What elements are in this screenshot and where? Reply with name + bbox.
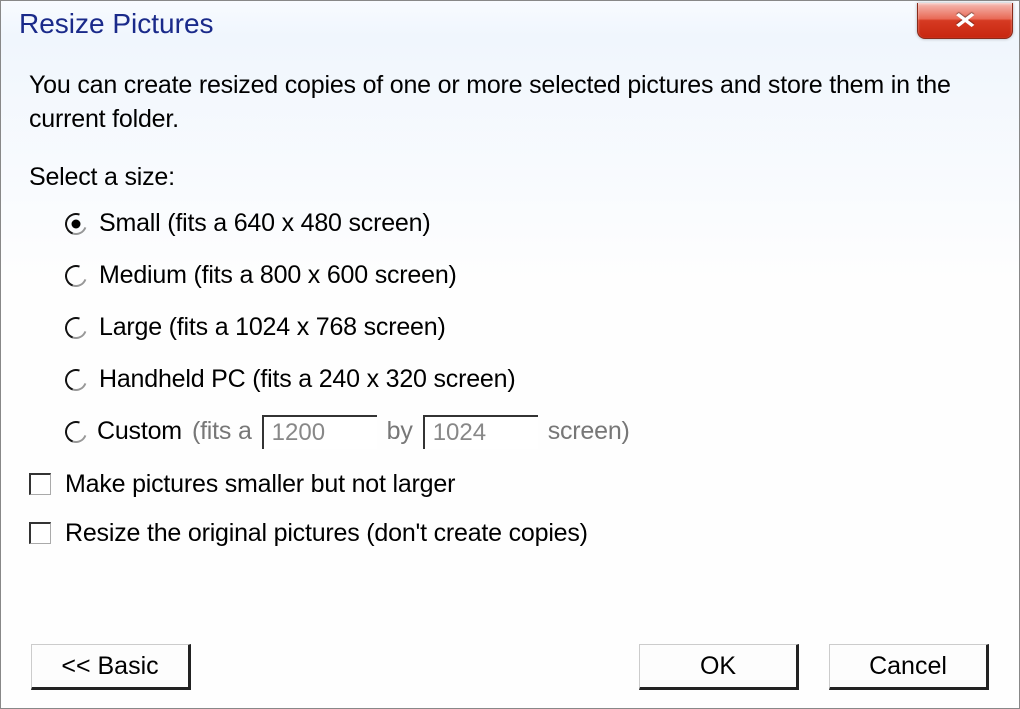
only-smaller-label: Make pictures smaller but not larger <box>65 470 455 499</box>
checkbox-resize-original[interactable] <box>29 522 51 544</box>
cancel-button[interactable]: Cancel <box>829 644 989 690</box>
select-size-label: Select a size: <box>29 163 991 192</box>
dialog-title: Resize Pictures <box>19 8 214 40</box>
dialog-description: You can create resized copies of one or … <box>29 69 991 137</box>
size-options-group: Small (fits a 640 x 480 screen) Medium (… <box>29 206 991 450</box>
dialog-button-row: << Basic OK Cancel <box>1 644 1019 690</box>
close-button[interactable]: ✕ <box>917 3 1013 39</box>
radio-handheld[interactable] <box>61 365 90 394</box>
custom-height-input[interactable] <box>423 415 538 449</box>
basic-button[interactable]: << Basic <box>31 644 191 690</box>
option-small-row[interactable]: Small (fits a 640 x 480 screen) <box>65 206 991 242</box>
custom-width-input[interactable] <box>262 415 377 449</box>
option-custom-label: Custom <box>97 417 182 446</box>
titlebar: Resize Pictures ✕ <box>1 1 1019 47</box>
custom-suffix: screen) <box>548 417 630 446</box>
option-handheld-row[interactable]: Handheld PC (fits a 240 x 320 screen) <box>65 362 991 398</box>
option-custom-row[interactable]: Custom (fits a by screen) <box>65 414 991 450</box>
custom-prefix: (fits a <box>192 417 252 446</box>
option-large-label: Large (fits a 1024 x 768 screen) <box>99 313 446 342</box>
dialog-content: You can create resized copies of one or … <box>1 47 1019 708</box>
radio-custom[interactable] <box>61 417 90 446</box>
radio-medium[interactable] <box>61 261 90 290</box>
option-handheld-label: Handheld PC (fits a 240 x 320 screen) <box>99 365 515 394</box>
option-medium-row[interactable]: Medium (fits a 800 x 600 screen) <box>65 258 991 294</box>
option-medium-label: Medium (fits a 800 x 600 screen) <box>99 261 457 290</box>
resize-pictures-dialog: Resize Pictures ✕ You can create resized… <box>0 0 1020 709</box>
option-small-label: Small (fits a 640 x 480 screen) <box>99 209 430 238</box>
resize-original-row[interactable]: Resize the original pictures (don't crea… <box>29 519 991 548</box>
ok-button[interactable]: OK <box>639 644 799 690</box>
radio-small[interactable] <box>61 209 90 238</box>
only-smaller-row[interactable]: Make pictures smaller but not larger <box>29 470 991 499</box>
radio-large[interactable] <box>61 313 90 342</box>
resize-original-label: Resize the original pictures (don't crea… <box>65 519 588 548</box>
close-icon: ✕ <box>953 8 977 34</box>
checkbox-only-smaller[interactable] <box>29 473 51 495</box>
custom-mid: by <box>387 417 413 446</box>
option-large-row[interactable]: Large (fits a 1024 x 768 screen) <box>65 310 991 346</box>
